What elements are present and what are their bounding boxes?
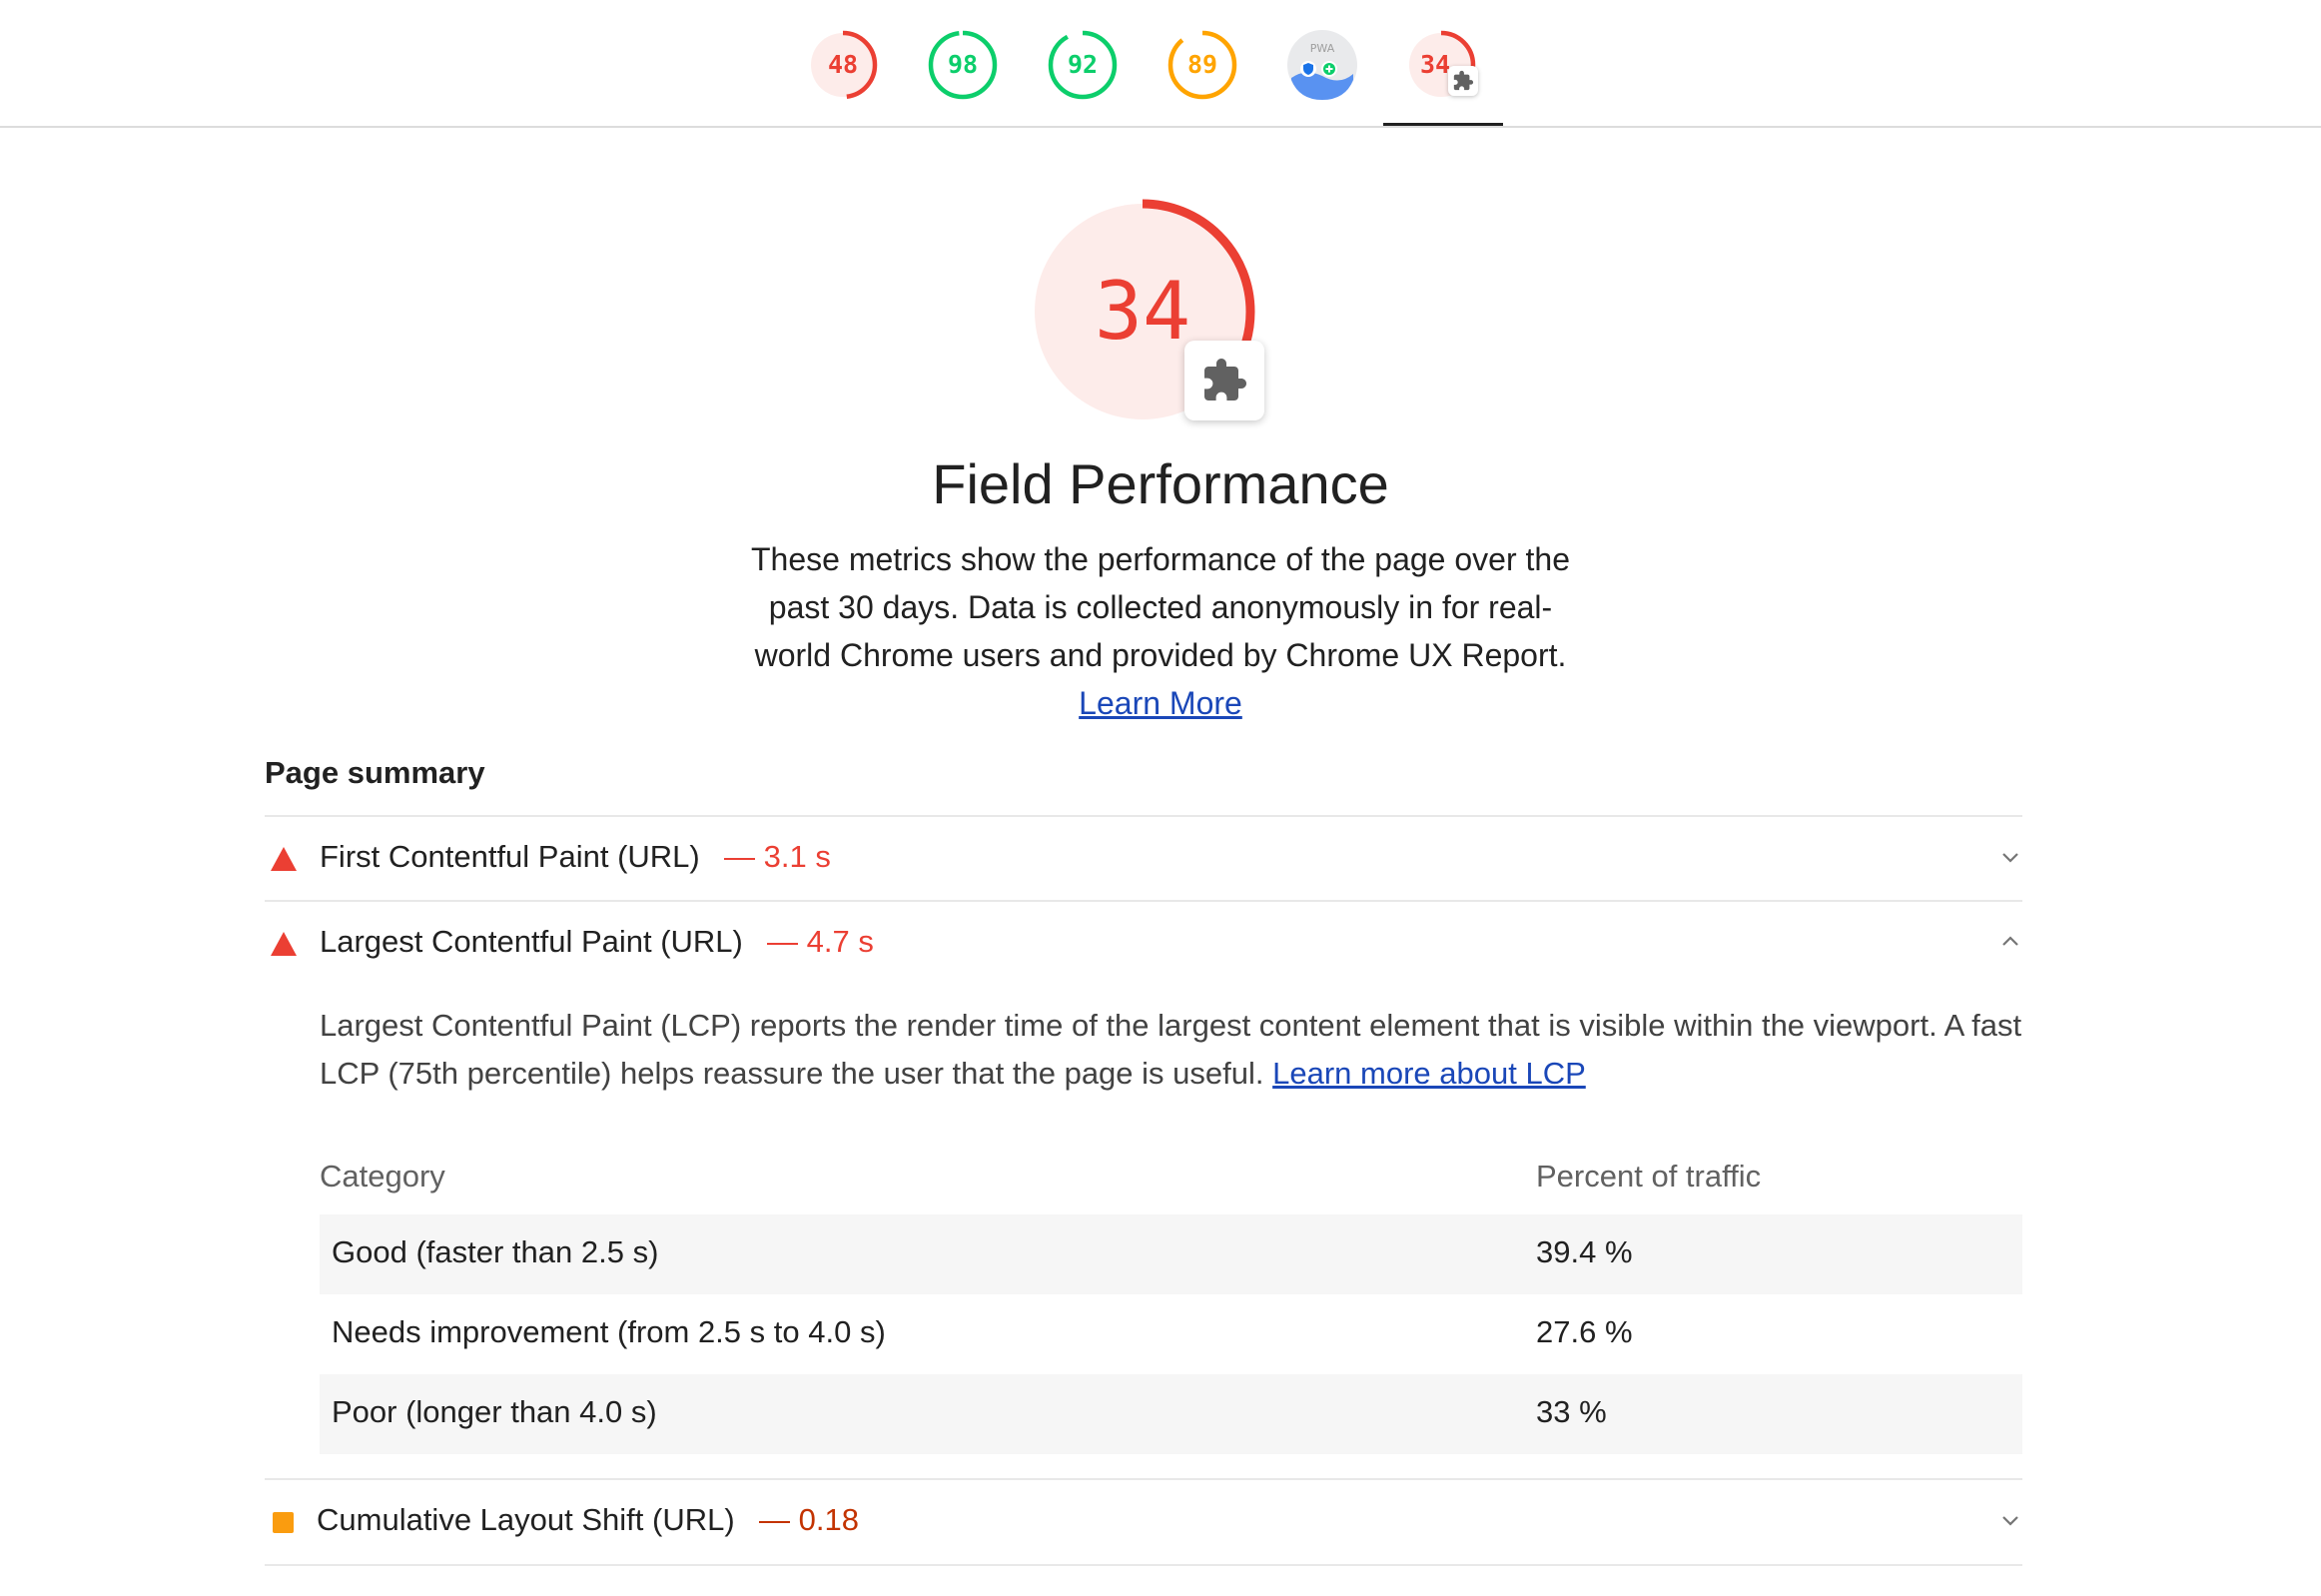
metric-description: Largest Contentful Paint (LCP) reports t… bbox=[320, 1002, 2037, 1098]
plugin-badge bbox=[1184, 341, 1264, 420]
column-header-category: Category bbox=[320, 1159, 445, 1194]
table-row: Poor (longer than 4.0 s) 33 % bbox=[320, 1374, 2022, 1454]
metric-value: — 3.1 s bbox=[724, 839, 831, 874]
gauge-score: 89 bbox=[1186, 50, 1218, 79]
row-category: Poor (longer than 4.0 s) bbox=[332, 1394, 657, 1429]
table-row: Good (faster than 2.5 s) 39.4 % bbox=[320, 1214, 2022, 1294]
gauge-seo[interactable]: 89 bbox=[1165, 28, 1239, 102]
chevron-down-icon[interactable] bbox=[1998, 1508, 2022, 1532]
learn-more-link[interactable]: Learn More bbox=[1079, 685, 1242, 721]
gauge-accessibility[interactable]: 98 bbox=[926, 28, 1000, 102]
puzzle-icon bbox=[1453, 70, 1474, 91]
metric-description-text: Largest Contentful Paint (LCP) reports t… bbox=[320, 1008, 2022, 1091]
table-header: Category Percent of traffic bbox=[320, 1147, 2022, 1214]
row-percent: 27.6 % bbox=[1536, 1314, 1633, 1349]
row-percent: 33 % bbox=[1536, 1394, 1607, 1429]
pwa-icon: PWA bbox=[1287, 30, 1357, 100]
metric-label: Largest Contentful Paint (URL) bbox=[320, 924, 743, 959]
fail-triangle-icon bbox=[271, 847, 297, 871]
gauge-field-performance[interactable]: 34 bbox=[1404, 28, 1478, 102]
category-description-text: These metrics show the performance of th… bbox=[751, 541, 1570, 673]
metric-label: Cumulative Layout Shift (URL) bbox=[317, 1502, 735, 1537]
gauge-score: 98 bbox=[947, 50, 979, 79]
plugin-badge bbox=[1448, 66, 1478, 96]
puzzle-icon bbox=[1204, 359, 1246, 400]
row-category: Good (faster than 2.5 s) bbox=[332, 1234, 659, 1269]
metric-row-cls[interactable]: Cumulative Layout Shift (URL) — 0.18 bbox=[265, 1478, 2022, 1566]
category-description: These metrics show the performance of th… bbox=[751, 535, 1570, 727]
gauge-best-practices[interactable]: 92 bbox=[1046, 28, 1120, 102]
gauge-score: 92 bbox=[1067, 50, 1099, 79]
fail-triangle-icon bbox=[271, 932, 297, 956]
active-tab-indicator bbox=[1383, 123, 1503, 126]
page-summary-title: Page summary bbox=[265, 755, 485, 790]
metric-row-fcp[interactable]: First Contentful Paint (URL) — 3.1 s bbox=[265, 815, 2022, 901]
metric-row-lcp[interactable]: Largest Contentful Paint (URL) — 4.7 s bbox=[265, 900, 2022, 986]
gauge-pwa[interactable]: PWA bbox=[1285, 28, 1359, 102]
metric-value: — 0.18 bbox=[759, 1502, 859, 1537]
row-percent: 39.4 % bbox=[1536, 1234, 1633, 1269]
gauge-performance[interactable]: 48 bbox=[806, 28, 880, 102]
learn-more-lcp-link[interactable]: Learn more about LCP bbox=[1272, 1056, 1586, 1091]
average-square-icon bbox=[273, 1512, 294, 1533]
lcp-distribution-table: Category Percent of traffic Good (faster… bbox=[320, 1147, 2022, 1454]
svg-text:PWA: PWA bbox=[1310, 42, 1335, 55]
chevron-down-icon[interactable] bbox=[1998, 845, 2022, 869]
metric-label: First Contentful Paint (URL) bbox=[320, 839, 700, 874]
row-category: Needs improvement (from 2.5 s to 4.0 s) bbox=[332, 1314, 886, 1349]
score-gauges-bar: 48 98 92 89 PWA 34 bbox=[0, 0, 2321, 128]
column-header-percent: Percent of traffic bbox=[1536, 1159, 1762, 1194]
metric-value: — 4.7 s bbox=[767, 924, 874, 959]
gauge-score: 48 bbox=[827, 50, 859, 79]
chevron-up-icon[interactable] bbox=[1998, 930, 2022, 954]
table-row: Needs improvement (from 2.5 s to 4.0 s) … bbox=[320, 1294, 2022, 1374]
category-title: Field Performance bbox=[932, 452, 1389, 515]
